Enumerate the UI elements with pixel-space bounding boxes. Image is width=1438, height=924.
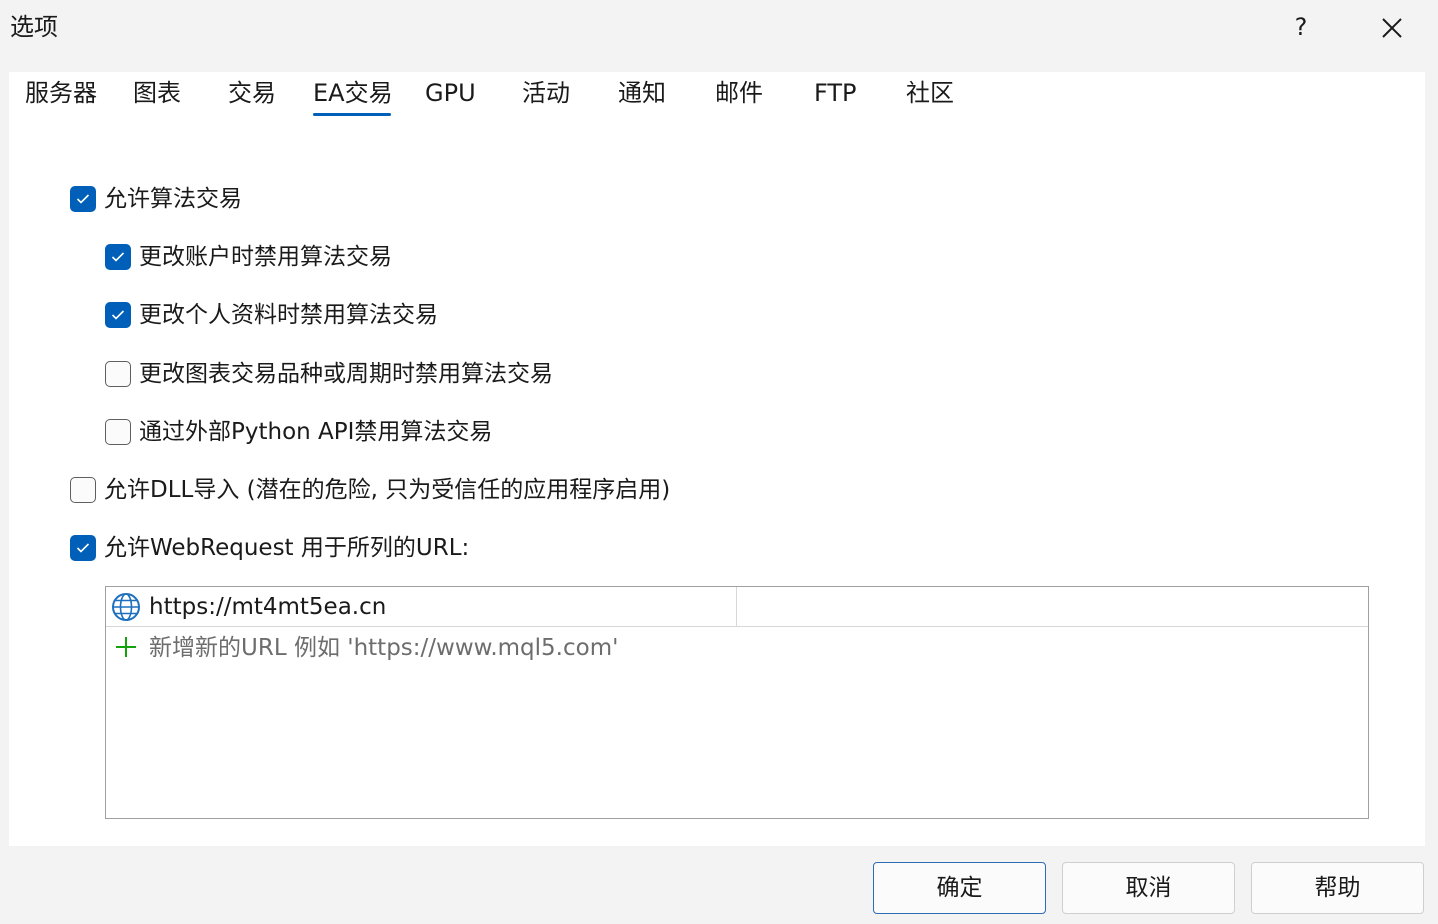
- checkmark-icon: [111, 310, 125, 320]
- help-question-button[interactable]: ?: [1286, 10, 1316, 44]
- tab-gpu[interactable]: GPU: [425, 76, 476, 110]
- disable-on-account-change-option[interactable]: 更改账户时禁用算法交易: [105, 240, 392, 274]
- disable-on-account-change-checkbox[interactable]: [105, 244, 131, 270]
- allow-webrequest-option[interactable]: 允许WebRequest 用于所列的URL:: [70, 531, 469, 565]
- disable-via-python-option[interactable]: 通过外部Python API禁用算法交易: [105, 415, 492, 449]
- allow-webrequest-label: 允许WebRequest 用于所列的URL:: [104, 535, 470, 561]
- tab-expert-advisors[interactable]: EA交易: [313, 76, 393, 110]
- tab-notifications[interactable]: 通知: [618, 76, 666, 110]
- tab-server[interactable]: 服务器: [25, 76, 97, 110]
- plus-icon: [114, 635, 138, 659]
- allow-webrequest-checkbox[interactable]: [70, 535, 96, 561]
- disable-via-python-label: 通过外部Python API禁用算法交易: [139, 419, 493, 445]
- disable-via-python-checkbox[interactable]: [105, 419, 131, 445]
- tab-trade[interactable]: 交易: [228, 76, 276, 110]
- cancel-button[interactable]: 取消: [1062, 862, 1235, 914]
- disable-on-profile-change-label: 更改个人资料时禁用算法交易: [139, 302, 438, 328]
- close-button[interactable]: [1372, 8, 1412, 48]
- disable-on-account-change-label: 更改账户时禁用算法交易: [139, 244, 392, 270]
- tab-ftp[interactable]: FTP: [814, 76, 857, 110]
- add-url-row[interactable]: 新增新的URL 例如 'https://www.mql5.com': [106, 629, 1368, 667]
- allow-dll-imports-checkbox[interactable]: [70, 477, 96, 503]
- tab-charts[interactable]: 图表: [133, 76, 181, 110]
- active-tab-indicator: [313, 113, 391, 116]
- tab-email[interactable]: 邮件: [715, 76, 763, 110]
- disable-on-profile-change-checkbox[interactable]: [105, 302, 131, 328]
- ok-button[interactable]: 确定: [873, 862, 1046, 914]
- column-divider: [736, 587, 737, 627]
- help-button[interactable]: 帮助: [1251, 862, 1424, 914]
- allow-dll-imports-label: 允许DLL导入 (潜在的危险, 只为受信任的应用程序启用): [104, 477, 671, 503]
- checkmark-icon: [111, 252, 125, 262]
- allow-dll-imports-option[interactable]: 允许DLL导入 (潜在的危险, 只为受信任的应用程序启用): [70, 473, 670, 507]
- window-title: 选项: [10, 13, 58, 41]
- url-list[interactable]: https://mt4mt5ea.cn 新增新的URL 例如 'https://…: [105, 586, 1369, 819]
- checkmark-icon: [76, 194, 90, 204]
- disable-on-symbol-change-label: 更改图表交易品种或周期时禁用算法交易: [139, 361, 553, 387]
- disable-on-profile-change-option[interactable]: 更改个人资料时禁用算法交易: [105, 298, 438, 332]
- disable-on-symbol-change-checkbox[interactable]: [105, 361, 131, 387]
- title-bar: 选项 ?: [0, 0, 1438, 56]
- allow-algo-trading-label: 允许算法交易: [104, 186, 242, 212]
- checkmark-icon: [76, 543, 90, 553]
- tab-events[interactable]: 活动: [522, 76, 570, 110]
- allow-algo-trading-checkbox[interactable]: [70, 186, 96, 212]
- url-value[interactable]: https://mt4mt5ea.cn: [149, 590, 386, 624]
- close-icon: [1382, 18, 1402, 38]
- disable-on-symbol-change-option[interactable]: 更改图表交易品种或周期时禁用算法交易: [105, 357, 553, 391]
- tab-community[interactable]: 社区: [906, 76, 954, 110]
- add-url-placeholder[interactable]: 新增新的URL 例如 'https://www.mql5.com': [149, 631, 618, 665]
- globe-icon: [111, 592, 141, 622]
- list-item[interactable]: https://mt4mt5ea.cn: [106, 587, 1368, 627]
- allow-algo-trading-option[interactable]: 允许算法交易: [70, 182, 242, 216]
